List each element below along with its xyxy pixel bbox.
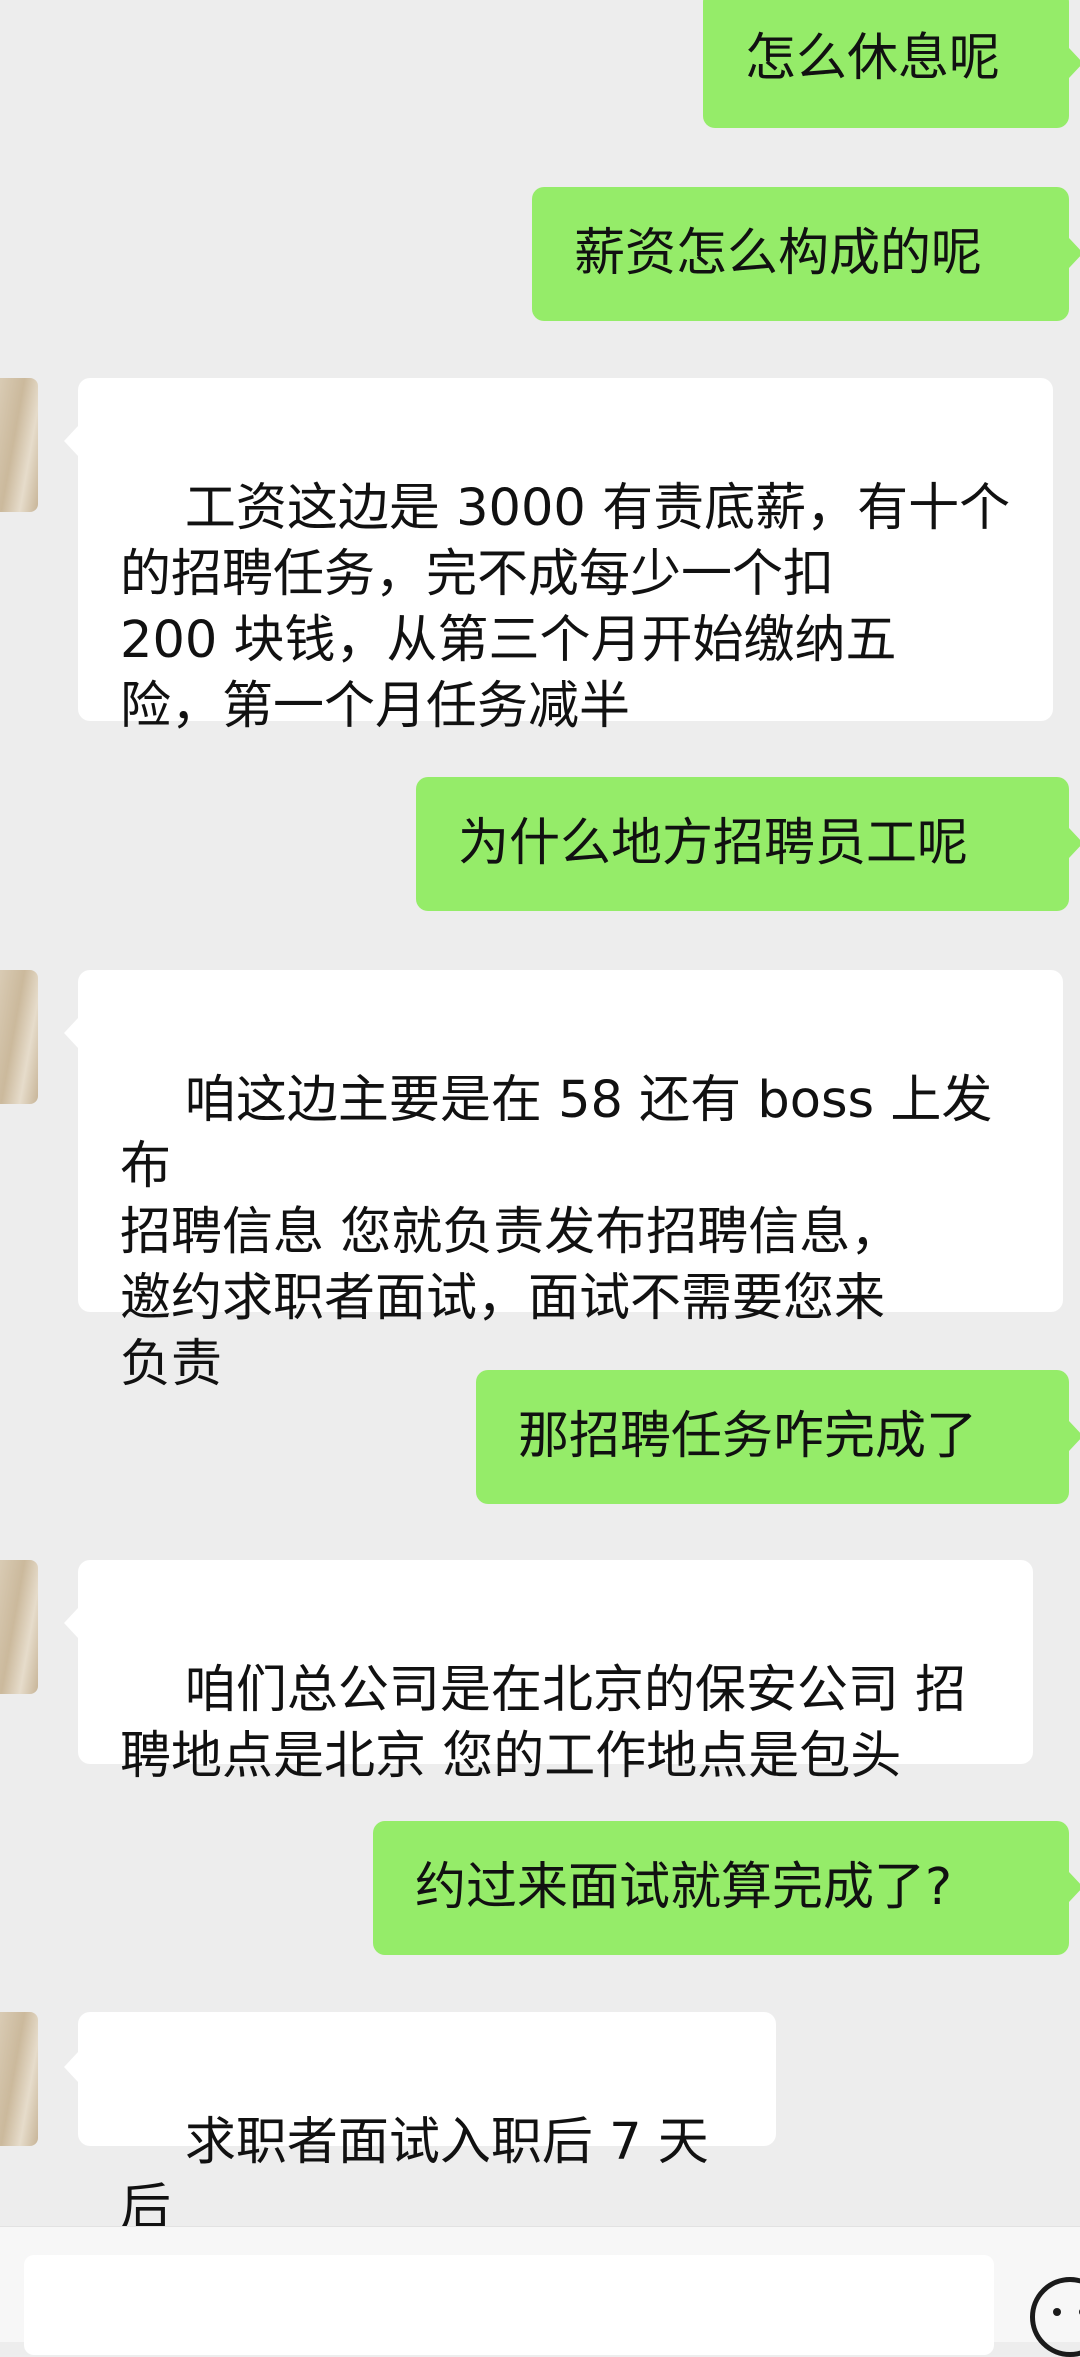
sent-message-bubble[interactable]: 约过来面试就算完成了? bbox=[373, 1821, 1069, 1955]
received-message-bubble[interactable]: 咱这边主要是在 58 还有 boss 上发布 招聘信息 您就负责发布招聘信息， … bbox=[78, 970, 1063, 1394]
received-message-bubble[interactable]: 求职者面试入职后 7 天后 bbox=[78, 2012, 776, 2226]
message-text: 工资这边是 3000 有责底薪，有十个 的招聘任务，完不成每少一个扣 200 块… bbox=[120, 479, 1011, 736]
emoji-face-icon[interactable] bbox=[1030, 2277, 1080, 2357]
bubble-tail bbox=[64, 1608, 78, 1638]
contact-avatar[interactable] bbox=[0, 378, 38, 512]
sent-message-bubble[interactable]: 薪资怎么构成的呢 bbox=[532, 187, 1069, 321]
contact-avatar[interactable] bbox=[0, 970, 38, 1104]
bubble-tail bbox=[1069, 1872, 1080, 1902]
bubble-tail bbox=[64, 1018, 78, 1048]
contact-avatar[interactable] bbox=[0, 2012, 38, 2146]
sent-message-bubble[interactable]: 为什么地方招聘员工呢 bbox=[416, 777, 1069, 911]
chat-input-bar bbox=[0, 2226, 1080, 2357]
sent-message-bubble[interactable]: 怎么休息呢 bbox=[703, 0, 1069, 128]
chat-message-list[interactable]: 怎么休息呢 薪资怎么构成的呢 工资这边是 3000 有责底薪，有十个 的招聘任务… bbox=[0, 0, 1080, 2226]
message-text: 约过来面试就算完成了? bbox=[415, 1858, 953, 1917]
bubble-tail bbox=[1069, 48, 1080, 78]
message-text: 咱这边主要是在 58 还有 boss 上发布 招聘信息 您就负责发布招聘信息， … bbox=[120, 1071, 993, 1394]
message-text: 怎么休息呢 bbox=[745, 29, 1001, 88]
bubble-tail bbox=[1069, 828, 1080, 858]
bubble-tail bbox=[64, 2052, 78, 2082]
received-message-bubble[interactable]: 工资这边是 3000 有责底薪，有十个 的招聘任务，完不成每少一个扣 200 块… bbox=[78, 378, 1053, 736]
received-message-bubble[interactable]: 咱们总公司是在北京的保安公司 招 聘地点是北京 您的工作地点是包头 bbox=[78, 1560, 1033, 1786]
message-text: 那招聘任务咋完成了 bbox=[518, 1407, 978, 1466]
bubble-tail bbox=[64, 426, 78, 456]
bubble-tail bbox=[1069, 1421, 1080, 1451]
message-text: 为什么地方招聘员工呢 bbox=[458, 814, 969, 873]
emoji-eye bbox=[1053, 2308, 1061, 2316]
message-text: 咱们总公司是在北京的保安公司 招 聘地点是北京 您的工作地点是包头 bbox=[120, 1661, 967, 1786]
message-input[interactable] bbox=[24, 2255, 994, 2355]
message-text: 薪资怎么构成的呢 bbox=[574, 224, 983, 283]
message-text: 求职者面试入职后 7 天后 bbox=[120, 2113, 709, 2226]
sent-message-bubble[interactable]: 那招聘任务咋完成了 bbox=[476, 1370, 1069, 1504]
contact-avatar[interactable] bbox=[0, 1560, 38, 1694]
bubble-tail bbox=[1069, 238, 1080, 268]
